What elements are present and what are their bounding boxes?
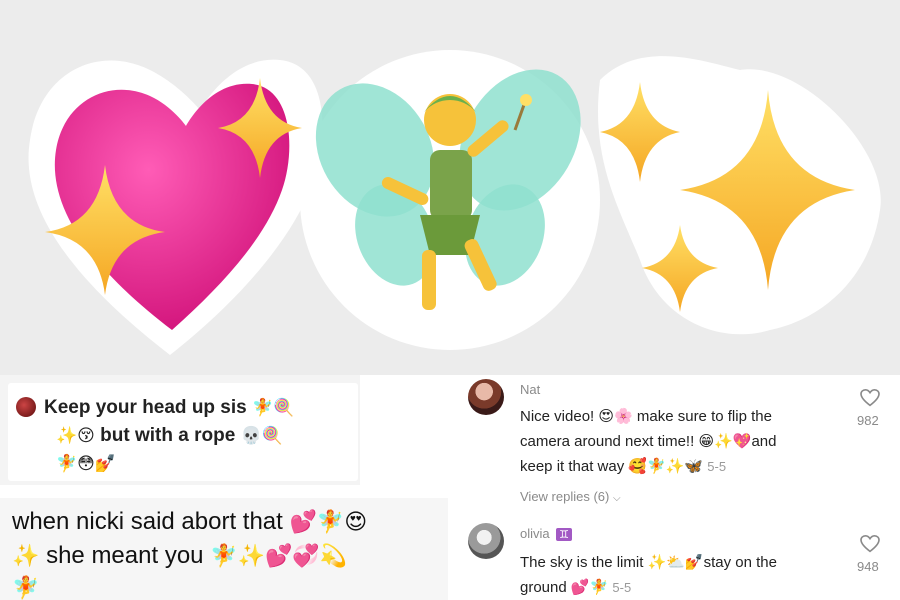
comment-username[interactable]: olivia (520, 526, 550, 541)
card1-line1-text: Keep your head up sis (44, 397, 247, 418)
comment-header: olivia ♊ (520, 525, 572, 543)
card-inner: Keep your head up sis 🧚🍭 ✨😚 but with a r… (8, 383, 358, 481)
comment-text: camera around next time!! (520, 433, 695, 450)
like-heart-icon[interactable] (860, 535, 880, 553)
view-replies-button[interactable]: View replies (6) ⌵ (520, 489, 621, 504)
comment-text: stay on the (703, 554, 777, 571)
card2-line2-text: she meant you (46, 542, 204, 569)
comment-line: keep it that way 🥰🧚✨🦋 5-5 (520, 455, 726, 478)
comment-text: ground (520, 579, 567, 596)
sticker-banner (0, 0, 900, 375)
sticker-art (28, 50, 881, 355)
card1-line2-text: but with a rope (100, 425, 236, 446)
avatar[interactable] (468, 523, 504, 559)
screenshot-card-nicki: when nicki said abort that 💕🧚😍 ✨ she mea… (0, 498, 448, 600)
card2-line1-emoji: 💕🧚😍 (289, 510, 368, 535)
gemini-badge: ♊ (556, 528, 572, 541)
comment-emoji: 😁✨💖 (698, 432, 752, 450)
comment-date: 5-5 (707, 459, 727, 474)
card2-line2-pre-emoji: ✨ (12, 544, 40, 569)
comment-text: make sure to flip the (636, 408, 772, 425)
card1-line2: ✨😚 but with a rope 💀🍭 (56, 425, 283, 447)
comment-text: The sky is the limit (520, 554, 644, 571)
comment-username[interactable]: Nat (520, 382, 540, 397)
card2-line1-text: when nicki said abort that (12, 508, 283, 535)
like-count: 982 (857, 413, 879, 428)
screenshot-card-keep-your-head-up: Keep your head up sis 🧚🍭 ✨😚 but with a r… (0, 375, 360, 485)
card1-line2-post-emoji: 💀🍭 (240, 426, 283, 446)
card1-line2-pre-emoji: ✨😚 (56, 426, 95, 446)
comment-line: Nice video! 😍🌸 make sure to flip the (520, 405, 772, 428)
card1-line1-emoji: 🧚🍭 (252, 398, 295, 418)
comments-panel: Nat Nice video! 😍🌸 make sure to flip the… (452, 375, 900, 600)
comment-emoji: 💕🧚 (570, 578, 609, 596)
comment-line: ground 💕🧚 5-5 (520, 576, 631, 599)
card1-line1: Keep your head up sis 🧚🍭 (44, 397, 294, 419)
card2-line2-emoji: 🧚✨💕💞💫 (210, 544, 348, 569)
sparkling-heart-sticker (45, 78, 302, 330)
card2-line3: 🧚 (12, 574, 39, 600)
comment-text: Nice video! (520, 408, 595, 425)
like-heart-icon[interactable] (860, 389, 880, 407)
comment-text: keep it that way (520, 458, 625, 475)
comment-emoji: ✨⛅💅 (647, 553, 704, 571)
avatar-dot (16, 397, 36, 417)
card2-line1: when nicki said abort that 💕🧚😍 (12, 508, 367, 536)
chevron-down-icon: ⌵ (612, 493, 621, 504)
card1-line3-emoji: 🧚😳💅 (56, 454, 117, 474)
comment-line: The sky is the limit ✨⛅💅stay on the (520, 551, 777, 574)
comment-date: 5-5 (612, 580, 632, 595)
comment-text: and (751, 433, 777, 450)
view-replies-label: View replies (6) (520, 489, 610, 504)
card1-line3: 🧚😳💅 (56, 453, 116, 475)
card2-line3-emoji: 🧚 (12, 576, 40, 600)
comment-emoji: 🥰🧚✨🦋 (628, 457, 704, 475)
card2-line2: ✨ she meant you 🧚✨💕💞💫 (12, 542, 347, 570)
like-count: 948 (857, 559, 879, 574)
comment-emoji: 😍🌸 (598, 407, 633, 425)
avatar[interactable] (468, 379, 504, 415)
comment-line: camera around next time!! 😁✨💖and (520, 430, 776, 453)
